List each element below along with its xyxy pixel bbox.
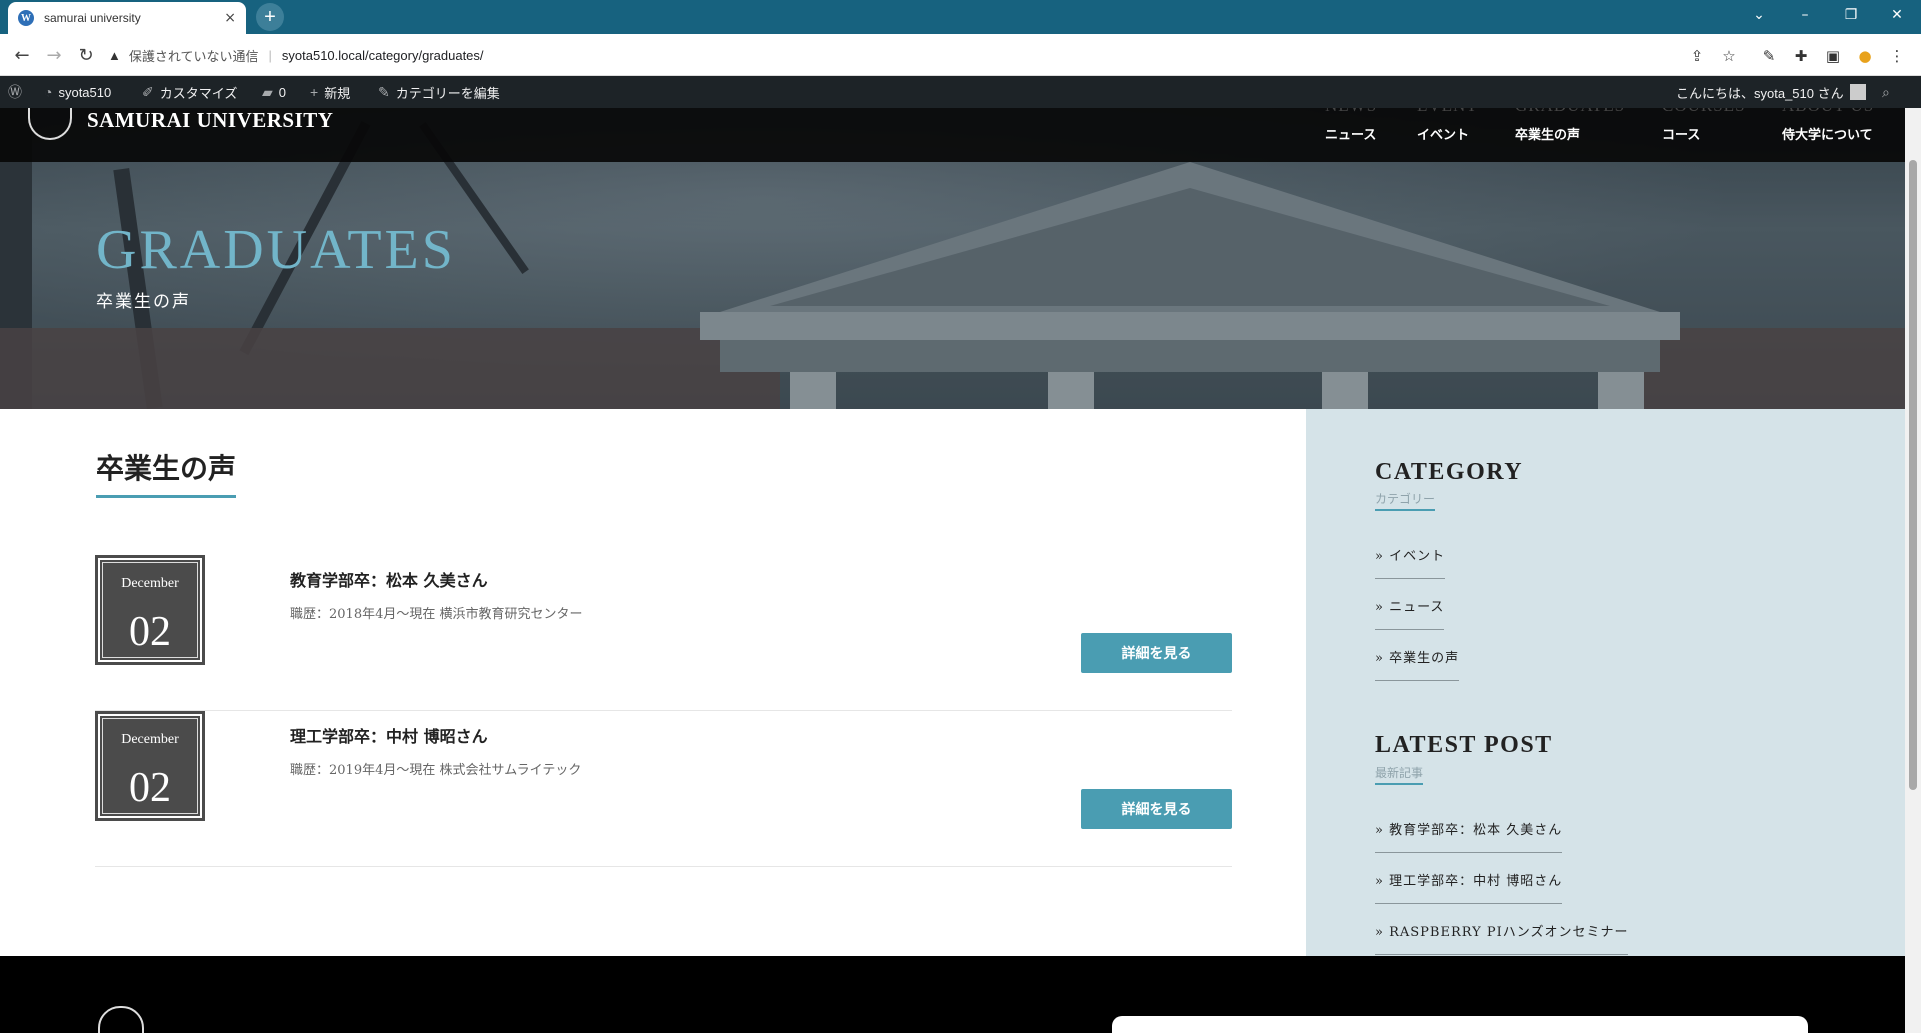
date-day: 02 (129, 765, 171, 811)
warning-icon[interactable]: ▲ (108, 48, 121, 63)
vertical-scrollbar[interactable] (1905, 108, 1921, 1033)
close-window-icon[interactable]: ✕ (1874, 0, 1920, 30)
omnibox[interactable]: ▲ 保護されていない通信 | syota510.local/category/g… (108, 40, 1768, 70)
plus-icon: + (310, 84, 319, 100)
sidebar-latest-post[interactable]: » 理工学部卒：中村 博昭さん (1375, 870, 1563, 904)
tab-title: samurai university (44, 11, 141, 25)
post-meta: 職歴：2019年4月～現在 株式会社サムライテック (290, 763, 582, 778)
date-box: December 02 (95, 555, 205, 665)
read-more-button[interactable]: 詳細を見る (1081, 633, 1232, 673)
tab-close-icon[interactable]: × (224, 10, 236, 26)
post-title[interactable]: 理工学部卒：中村 博昭さん (290, 723, 488, 747)
eyedropper-icon[interactable]: ✎ (1758, 45, 1780, 67)
date-month: December (121, 732, 179, 747)
admin-comments-link[interactable]: ▰ 0 (262, 76, 286, 108)
share-icon[interactable]: ⇪ (1686, 45, 1708, 67)
university-logo-icon[interactable] (28, 108, 72, 140)
site-footer (0, 956, 1905, 1033)
post-meta: 職歴：2018年4月～現在 横浜市教育研究センター (290, 607, 583, 622)
admin-site-link[interactable]: ◔ syota510 (44, 76, 111, 108)
admin-search-icon[interactable]: ⌕ (1882, 76, 1890, 108)
sidebar-category-event[interactable]: » イベント (1375, 545, 1446, 579)
minimize-icon[interactable]: – (1782, 0, 1828, 30)
read-more-button[interactable]: 詳細を見る (1081, 789, 1232, 829)
brush-icon: ✐ (142, 83, 154, 100)
comment-icon: ▰ (262, 83, 273, 100)
site-logo-text[interactable]: SAMURAI UNIVERSITY (87, 108, 333, 133)
admin-customize-label: カスタマイズ (159, 85, 238, 101)
avatar (1849, 84, 1866, 100)
dashboard-icon: ◔ (44, 84, 53, 100)
latest-post-subheading: 最新記事 (1375, 764, 1424, 785)
admin-greeting: こんにちは、syota_510 さん (1676, 85, 1844, 101)
extensions-icon[interactable]: ✚ (1790, 45, 1812, 67)
side-panel-icon[interactable]: ▣ (1822, 45, 1844, 67)
back-icon[interactable]: ← (10, 43, 34, 67)
hero-title: GRADUATES (96, 219, 456, 281)
reload-icon[interactable]: ↻ (74, 43, 98, 67)
profile-icon[interactable]: ● (1854, 45, 1876, 67)
browser-tabbar: W samurai university × + ⌄ – ❐ ✕ (0, 0, 1921, 34)
admin-edit-category-link[interactable]: ✎ カテゴリーを編集 (378, 76, 500, 108)
sidebar-category-news[interactable]: » ニュース (1375, 596, 1445, 630)
bookmark-star-icon[interactable]: ☆ (1718, 45, 1740, 67)
date-box: December 02 (95, 711, 205, 821)
date-month: December (121, 576, 179, 591)
date-day: 02 (129, 609, 171, 655)
main-content: 卒業生の声 December 02 教育学部卒：松本 久美さん 職歴：2018年… (0, 409, 1306, 956)
section-title: 卒業生の声 (96, 447, 237, 498)
security-label[interactable]: 保護されていない通信 (129, 46, 259, 65)
footer-logo-icon[interactable] (98, 1006, 144, 1033)
admin-comments-count: 0 (278, 84, 287, 100)
wp-admin-bar: Ⓦ ◔ syota510 ✐ カスタマイズ ▰ 0 + 新規 ✎ カテゴリーを編… (0, 76, 1921, 108)
sidebar-latest-post[interactable]: » RASPBERRY PIハンズオンセミナー (1375, 921, 1629, 955)
category-heading: CATEGORY (1375, 459, 1524, 485)
url-text[interactable]: syota510.local/category/graduates/ (282, 48, 484, 63)
admin-edit-category-label: カテゴリーを編集 (395, 85, 500, 101)
wp-logo-icon[interactable]: Ⓦ (8, 76, 22, 108)
post-title[interactable]: 教育学部卒：松本 久美さん (290, 567, 488, 591)
nav-about-ja: 侍大学について (1782, 128, 1873, 143)
pencil-icon: ✎ (378, 83, 390, 100)
post-item: December 02 理工学部卒：中村 博昭さん 職歴：2019年4月～現在 … (95, 711, 1232, 867)
category-subheading: カテゴリー (1375, 490, 1436, 511)
new-tab-button[interactable]: + (256, 3, 284, 31)
site-header: SAMURAI UNIVERSITY NEWS ニュース EVENT イベント … (0, 96, 1905, 162)
admin-account-link[interactable]: こんにちは、syota_510 さん (1676, 76, 1866, 108)
nav-courses-ja: コース (1662, 128, 1701, 143)
admin-new-link[interactable]: + 新規 (310, 76, 350, 108)
hero-subtitle: 卒業生の声 (96, 292, 191, 312)
browser-tab[interactable]: W samurai university × (8, 2, 246, 34)
sidebar-category-graduates[interactable]: » 卒業生の声 (1375, 647, 1460, 681)
forward-icon[interactable]: → (42, 43, 66, 67)
nav-event-ja: イベント (1417, 128, 1470, 143)
address-bar: ← → ↻ ▲ 保護されていない通信 | syota510.local/cate… (0, 34, 1921, 76)
nav-news-ja: ニュース (1325, 128, 1377, 143)
wordpress-favicon-icon: W (18, 10, 34, 26)
scrollbar-thumb[interactable] (1909, 160, 1917, 790)
menu-icon[interactable]: ⋮ (1886, 45, 1908, 67)
latest-post-heading: LATEST POST (1375, 732, 1553, 758)
tab-search-icon[interactable]: ⌄ (1736, 0, 1782, 30)
omnibox-divider: | (268, 47, 272, 63)
admin-site-name: syota510 (58, 84, 112, 100)
post-item: December 02 教育学部卒：松本 久美さん 職歴：2018年4月～現在 … (95, 555, 1232, 711)
sidebar-latest-post[interactable]: » 教育学部卒：松本 久美さん (1375, 819, 1563, 853)
nav-graduates-ja: 卒業生の声 (1515, 128, 1581, 143)
restore-icon[interactable]: ❐ (1828, 0, 1874, 30)
sidebar: CATEGORY カテゴリー » イベント » ニュース » 卒業生の声 LAT… (1306, 409, 1905, 956)
footer-contact-box (1112, 1016, 1808, 1033)
admin-customize-link[interactable]: ✐ カスタマイズ (142, 76, 237, 108)
admin-new-label: 新規 (324, 85, 351, 101)
